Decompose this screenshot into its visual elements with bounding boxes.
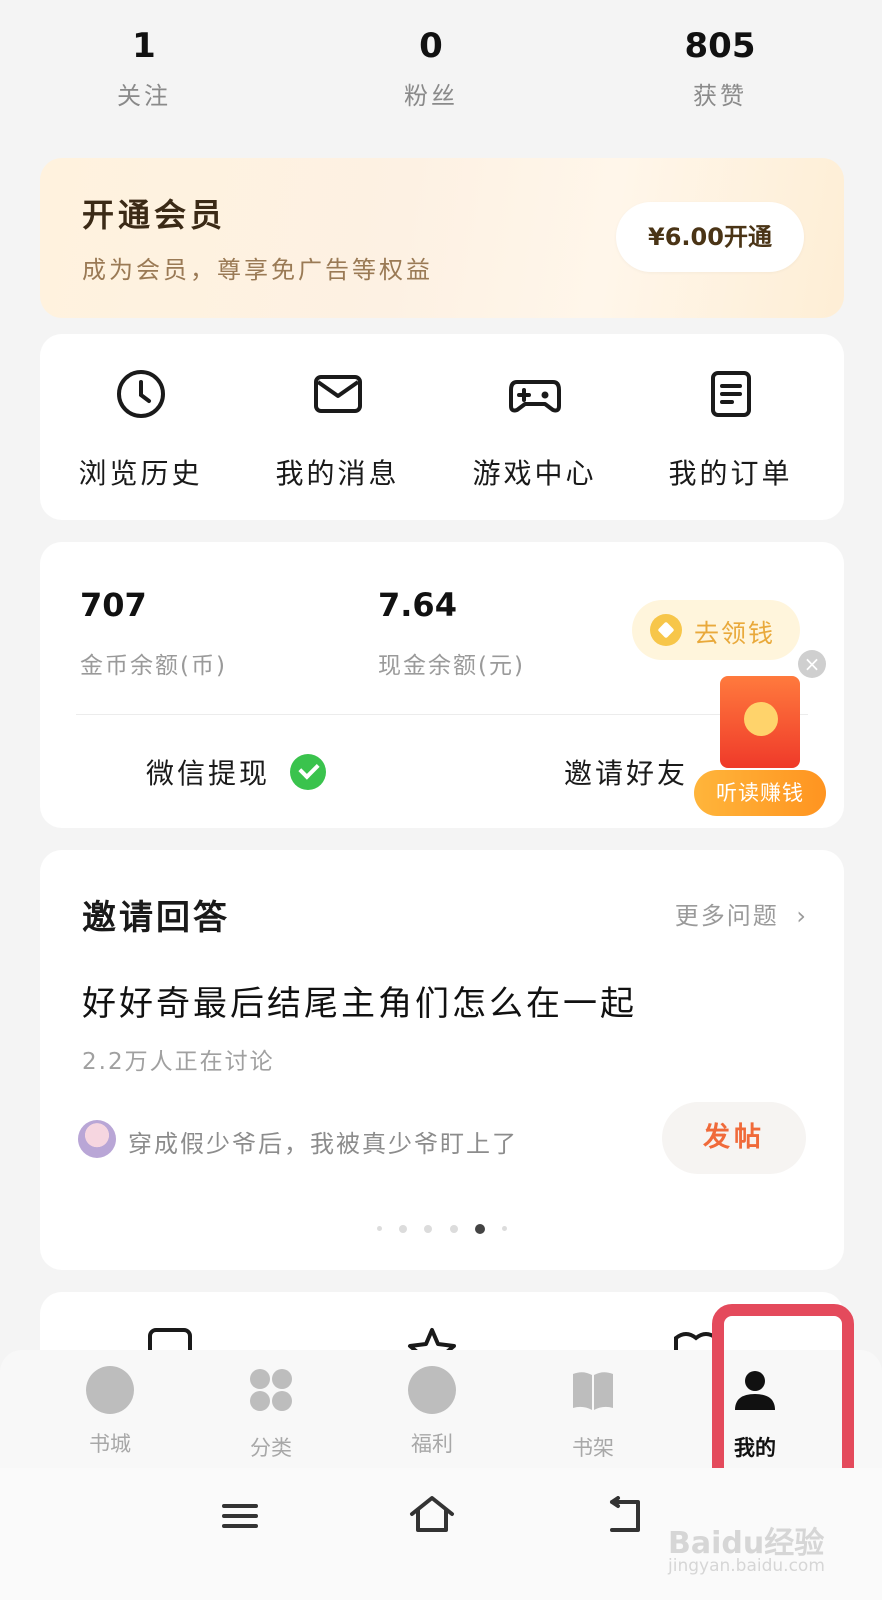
game-center-button[interactable]: 游戏中心 [434, 364, 635, 492]
earn-money-button[interactable]: 去领钱 [632, 600, 800, 660]
home-icon[interactable] [408, 1494, 456, 1534]
fans-label: 粉丝 [404, 82, 458, 110]
fans-count: 0 [419, 26, 443, 66]
stat-likes[interactable]: 805 获赞 [620, 24, 820, 111]
invite-answer-card: 邀请回答 更多问题 › 好好奇最后结尾主角们怎么在一起 2.2万人正在讨论 穿成… [40, 850, 844, 1270]
gift-icon [408, 1366, 456, 1414]
history-button[interactable]: 浏览历史 [40, 364, 241, 492]
back-icon[interactable] [604, 1496, 644, 1536]
cash-balance-label: 现金余额(元) [378, 653, 525, 679]
likes-label: 获赞 [693, 82, 747, 110]
mail-icon [313, 375, 362, 413]
stat-fans[interactable]: 0 粉丝 [331, 24, 531, 111]
tab-bookstore[interactable]: 书城 [60, 1366, 160, 1458]
pager-dot-active [474, 1223, 485, 1234]
vip-title: 开通会员 [82, 196, 227, 234]
watermark-url: jingyan.baidu.com [668, 1556, 825, 1576]
tab-welfare[interactable]: 福利 [382, 1366, 482, 1458]
tab-welfare-label: 福利 [411, 1432, 453, 1456]
game-center-label: 游戏中心 [472, 457, 597, 490]
tab-bookshelf-label: 书架 [572, 1436, 614, 1460]
tab-category[interactable]: 分类 [221, 1366, 321, 1462]
invite-friends-button[interactable]: 邀请好友 [564, 752, 688, 792]
orders-label: 我的订单 [668, 457, 793, 490]
wechat-icon [290, 754, 326, 790]
red-packet-icon[interactable] [720, 676, 800, 768]
gamepad-icon [508, 380, 561, 413]
earn-money-label: 去领钱 [694, 619, 776, 648]
messages-button[interactable]: 我的消息 [237, 364, 438, 492]
menu-icon[interactable] [220, 1496, 260, 1536]
listen-earn-button[interactable]: 听读赚钱 [694, 770, 826, 816]
pager-dot [501, 1226, 507, 1231]
cash-balance: 7.64 [378, 586, 457, 624]
discussion-count: 2.2万人正在讨论 [82, 1049, 275, 1075]
red-packet-seal [744, 702, 778, 736]
stat-following[interactable]: 1 关注 [44, 24, 244, 111]
wechat-withdraw-button[interactable]: 微信提现 [146, 752, 270, 792]
more-questions-link[interactable]: 更多问题 › [675, 896, 808, 931]
history-label: 浏览历史 [78, 457, 203, 490]
question-text[interactable]: 好好奇最后结尾主角们怎么在一起 [82, 976, 637, 1025]
book-title[interactable]: 穿成假少爷后，我被真少爷盯上了 [128, 1124, 518, 1159]
compass-icon [86, 1366, 134, 1414]
tab-bookshelf[interactable]: 书架 [543, 1366, 643, 1462]
following-label: 关注 [117, 82, 171, 110]
coin-balance: 707 [80, 586, 147, 624]
vip-banner[interactable]: 开通会员 成为会员，尊享免广告等权益 ¥6.00开通 [40, 158, 844, 318]
messages-label: 我的消息 [275, 457, 400, 490]
pager-dot [399, 1224, 408, 1233]
orders-button[interactable]: 我的订单 [630, 364, 831, 492]
wallet-divider [76, 714, 808, 715]
invite-answer-title: 邀请回答 [82, 898, 230, 938]
following-count: 1 [132, 26, 156, 66]
quick-actions-card: 浏览历史 我的消息 游戏中心 我的订单 [40, 334, 844, 520]
coin-icon [650, 614, 682, 646]
carousel-pager [40, 1218, 844, 1237]
post-button[interactable]: 发帖 [662, 1102, 806, 1174]
likes-count: 805 [684, 26, 756, 66]
tab-bookstore-label: 书城 [89, 1432, 131, 1456]
book-cover-avatar [78, 1120, 116, 1158]
grid-icon [250, 1369, 292, 1411]
pager-dot [449, 1224, 458, 1233]
vip-subtitle: 成为会员，尊享免广告等权益 [82, 256, 433, 284]
pager-dot [424, 1224, 433, 1233]
clock-icon [116, 370, 165, 418]
tab-category-label: 分类 [250, 1436, 292, 1460]
more-questions-label: 更多问题 [674, 902, 779, 930]
close-float-button[interactable]: × [798, 650, 826, 678]
vip-open-button[interactable]: ¥6.00开通 [616, 202, 804, 272]
book-icon [573, 1372, 613, 1410]
coin-balance-label: 金币余额(币) [80, 653, 227, 679]
order-icon [710, 371, 751, 417]
pager-dot [377, 1226, 383, 1231]
chevron-right-icon: › [796, 902, 808, 930]
